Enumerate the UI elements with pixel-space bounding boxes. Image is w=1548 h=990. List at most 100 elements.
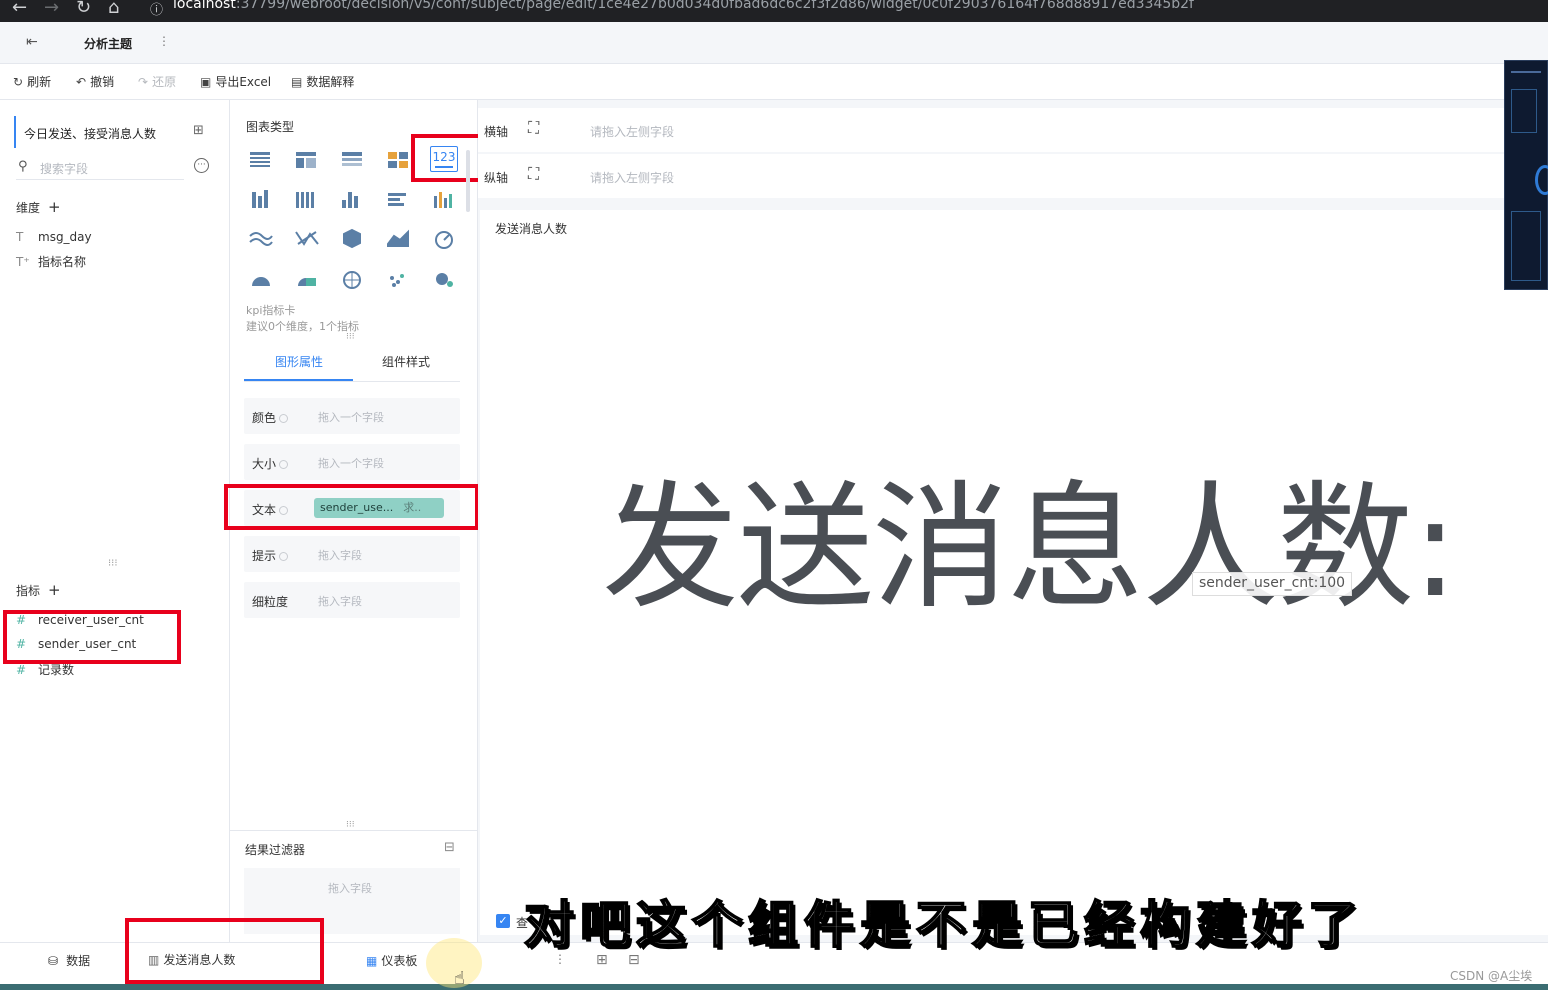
refresh-icon: ↻ xyxy=(13,75,24,89)
size-placeholder: 拖入一个字段 xyxy=(318,457,384,470)
granularity-drop-zone[interactable]: 细粒度 拖入字段 xyxy=(244,582,460,618)
more-icon[interactable]: ⋮ xyxy=(158,34,170,48)
number-type-icon: # xyxy=(16,637,27,651)
settings-icon[interactable] xyxy=(279,506,289,515)
x-axis-settings-icon[interactable]: ⛶ xyxy=(528,118,539,138)
dimensions-header: 维度 + xyxy=(16,198,61,216)
address-bar[interactable]: localhost:37799/webroot/decision/v5/conf… xyxy=(173,0,1194,12)
size-drop-zone[interactable]: 大小 拖入一个字段 xyxy=(244,444,460,480)
color-label: 颜色 xyxy=(252,409,289,426)
exit-icon[interactable]: ⇤ xyxy=(26,34,38,50)
dimension-item[interactable]: Tmsg_day xyxy=(16,230,92,244)
text-field-chip[interactable]: sender_use... 求.. xyxy=(314,498,444,518)
search-placeholder: 搜索字段 xyxy=(40,162,89,176)
measure-item[interactable]: # 记录数 xyxy=(16,661,74,678)
granularity-label: 细粒度 xyxy=(252,595,289,609)
chart-type-label: 图表类型 xyxy=(246,120,295,134)
y-axis-placeholder[interactable]: 请拖入左侧字段 xyxy=(590,169,674,186)
dimension-item[interactable]: T⁺ 指标名称 xyxy=(16,253,86,270)
number-type-icon: # xyxy=(16,613,27,627)
browser-bar: ← → ↻ ⌂ ⓘ localhost:37799/webroot/decisi… xyxy=(0,0,1548,22)
filter-lock-icon[interactable]: ⊟ xyxy=(444,840,455,855)
search-icon: ⚲ xyxy=(18,159,28,174)
add-measure-icon[interactable]: + xyxy=(48,581,61,599)
export-excel-button[interactable]: ▣ 导出Excel xyxy=(200,73,271,90)
data-explain-button[interactable]: ▤ 数据解释 xyxy=(291,73,354,90)
result-filter-drop-zone[interactable]: 拖入字段 xyxy=(244,868,460,934)
dashboard-preview-thumbnail[interactable] xyxy=(1504,60,1548,290)
tab-graphic-attributes[interactable]: 图形属性 xyxy=(275,353,323,370)
chart-type-scrollbar[interactable] xyxy=(466,150,470,212)
watermark: CSDN @A尘埃 xyxy=(1450,969,1533,983)
resize-handle-icon[interactable]: ⁝⁝⁝ xyxy=(346,820,355,830)
text-drop-zone[interactable]: 文本 sender_use... 求.. xyxy=(244,490,460,526)
x-axis-placeholder[interactable]: 请拖入左侧字段 xyxy=(590,123,674,140)
kpi-tooltip: sender_user_cnt:100 xyxy=(1192,572,1353,596)
detail-table-icon xyxy=(342,152,362,166)
measure-item[interactable]: # sender_user_cnt xyxy=(16,637,136,651)
add-dimension-icon[interactable]: + xyxy=(48,198,61,216)
undo-button[interactable]: ↶ 撤销 xyxy=(76,73,114,90)
y-axis-settings-icon[interactable]: ⛶ xyxy=(528,164,539,184)
forward-icon[interactable]: → xyxy=(44,0,59,18)
back-icon[interactable]: ← xyxy=(12,0,27,18)
tooltip-label: 提示 xyxy=(252,547,289,564)
dataset-name[interactable]: 今日发送、接受消息人数 xyxy=(24,125,156,142)
chart-icon: ▥ xyxy=(148,953,160,967)
y-axis-row: 纵轴 ⛶ 请拖入左侧字段 xyxy=(478,154,1548,198)
dataset-indicator xyxy=(14,116,16,148)
settings-icon[interactable] xyxy=(279,414,289,423)
result-filter-label: 结果过滤器 xyxy=(245,843,306,857)
more-options-icon[interactable]: ··· xyxy=(194,158,209,173)
tooltip-placeholder: 拖入字段 xyxy=(318,549,362,562)
chart-hint-name: kpi指标卡 xyxy=(246,304,296,317)
home-icon[interactable]: ⌂ xyxy=(108,0,119,18)
chart-config-panel: 图表类型 123 kpi指标卡 建议0个维度，1个指标 ⁝⁝⁝ 图形属性 组件样… xyxy=(224,100,482,942)
field-panel: 今日发送、接受消息人数 ⊞ ⚲ 搜索字段 ··· 维度 + Tmsg_day T⁺… xyxy=(0,100,230,942)
result-filter-placeholder: 拖入字段 xyxy=(328,882,372,895)
widget-canvas: 发送消息人数 发送消息人数: sender_user_cnt:100 ✓ 查 xyxy=(480,210,1548,935)
text-label: 文本 xyxy=(252,501,289,518)
chart-hint-desc: 建议0个维度，1个指标 xyxy=(246,320,359,333)
resize-handle-icon[interactable]: ⁝⁝⁝ xyxy=(346,332,355,342)
y-axis-label: 纵轴 xyxy=(484,171,509,185)
color-drop-zone[interactable]: 颜色 拖入一个字段 xyxy=(244,398,460,434)
redo-button[interactable]: ↷ 还原 xyxy=(138,73,176,90)
checkbox[interactable]: ✓ xyxy=(496,914,510,928)
page-title: 分析主题 xyxy=(84,37,133,51)
tab-component-style[interactable]: 组件样式 xyxy=(382,353,430,370)
reload-icon[interactable]: ↻ xyxy=(76,0,91,18)
table-chart-icon xyxy=(250,152,270,167)
explain-icon: ▤ xyxy=(291,75,303,89)
excel-icon: ▣ xyxy=(200,75,212,89)
search-field[interactable]: ⚲ 搜索字段 xyxy=(16,156,184,180)
divider xyxy=(230,830,478,831)
active-tab-indicator xyxy=(244,379,353,381)
measure-item[interactable]: # receiver_user_cnt xyxy=(16,613,144,627)
redo-icon: ↷ xyxy=(138,75,149,89)
undo-icon: ↶ xyxy=(76,75,87,89)
number-type-icon: # xyxy=(16,663,27,677)
measures-header: 指标 + xyxy=(16,581,61,599)
resize-handle-icon[interactable]: ⁝⁝⁝ xyxy=(108,558,118,569)
info-icon[interactable]: ⓘ xyxy=(150,0,163,18)
tooltip-drop-zone[interactable]: 提示 拖入字段 xyxy=(244,536,460,572)
text-type-icon: T xyxy=(16,230,24,244)
settings-icon[interactable] xyxy=(279,552,289,561)
dataset-switch-icon[interactable]: ⊞ xyxy=(193,123,204,138)
tab-data[interactable]: ⛁ 数据 xyxy=(48,952,90,969)
size-label: 大小 xyxy=(252,455,289,472)
color-placeholder: 拖入一个字段 xyxy=(318,411,384,424)
bottom-strip xyxy=(0,984,1548,990)
toolbar: ↻ 刷新 ↶ 撤销 ↷ 还原 ▣ 导出Excel ▤ 数据解释 xyxy=(0,64,1548,100)
refresh-button[interactable]: ↻ 刷新 xyxy=(13,73,51,90)
app-header: ⇤ 分析主题 ⋮ xyxy=(0,22,1548,64)
tab-dashboard[interactable]: ▦ 仪表板 xyxy=(366,952,417,969)
granularity-placeholder: 拖入字段 xyxy=(318,595,362,608)
settings-icon[interactable] xyxy=(279,460,289,469)
tab-component[interactable]: ▥ 发送消息人数 xyxy=(148,951,235,968)
database-icon: ⛁ xyxy=(48,954,59,968)
kpi-card-chart-icon[interactable]: 123 xyxy=(430,146,458,172)
dashboard-icon: ▦ xyxy=(366,954,378,968)
cross-table-icon xyxy=(296,152,316,168)
